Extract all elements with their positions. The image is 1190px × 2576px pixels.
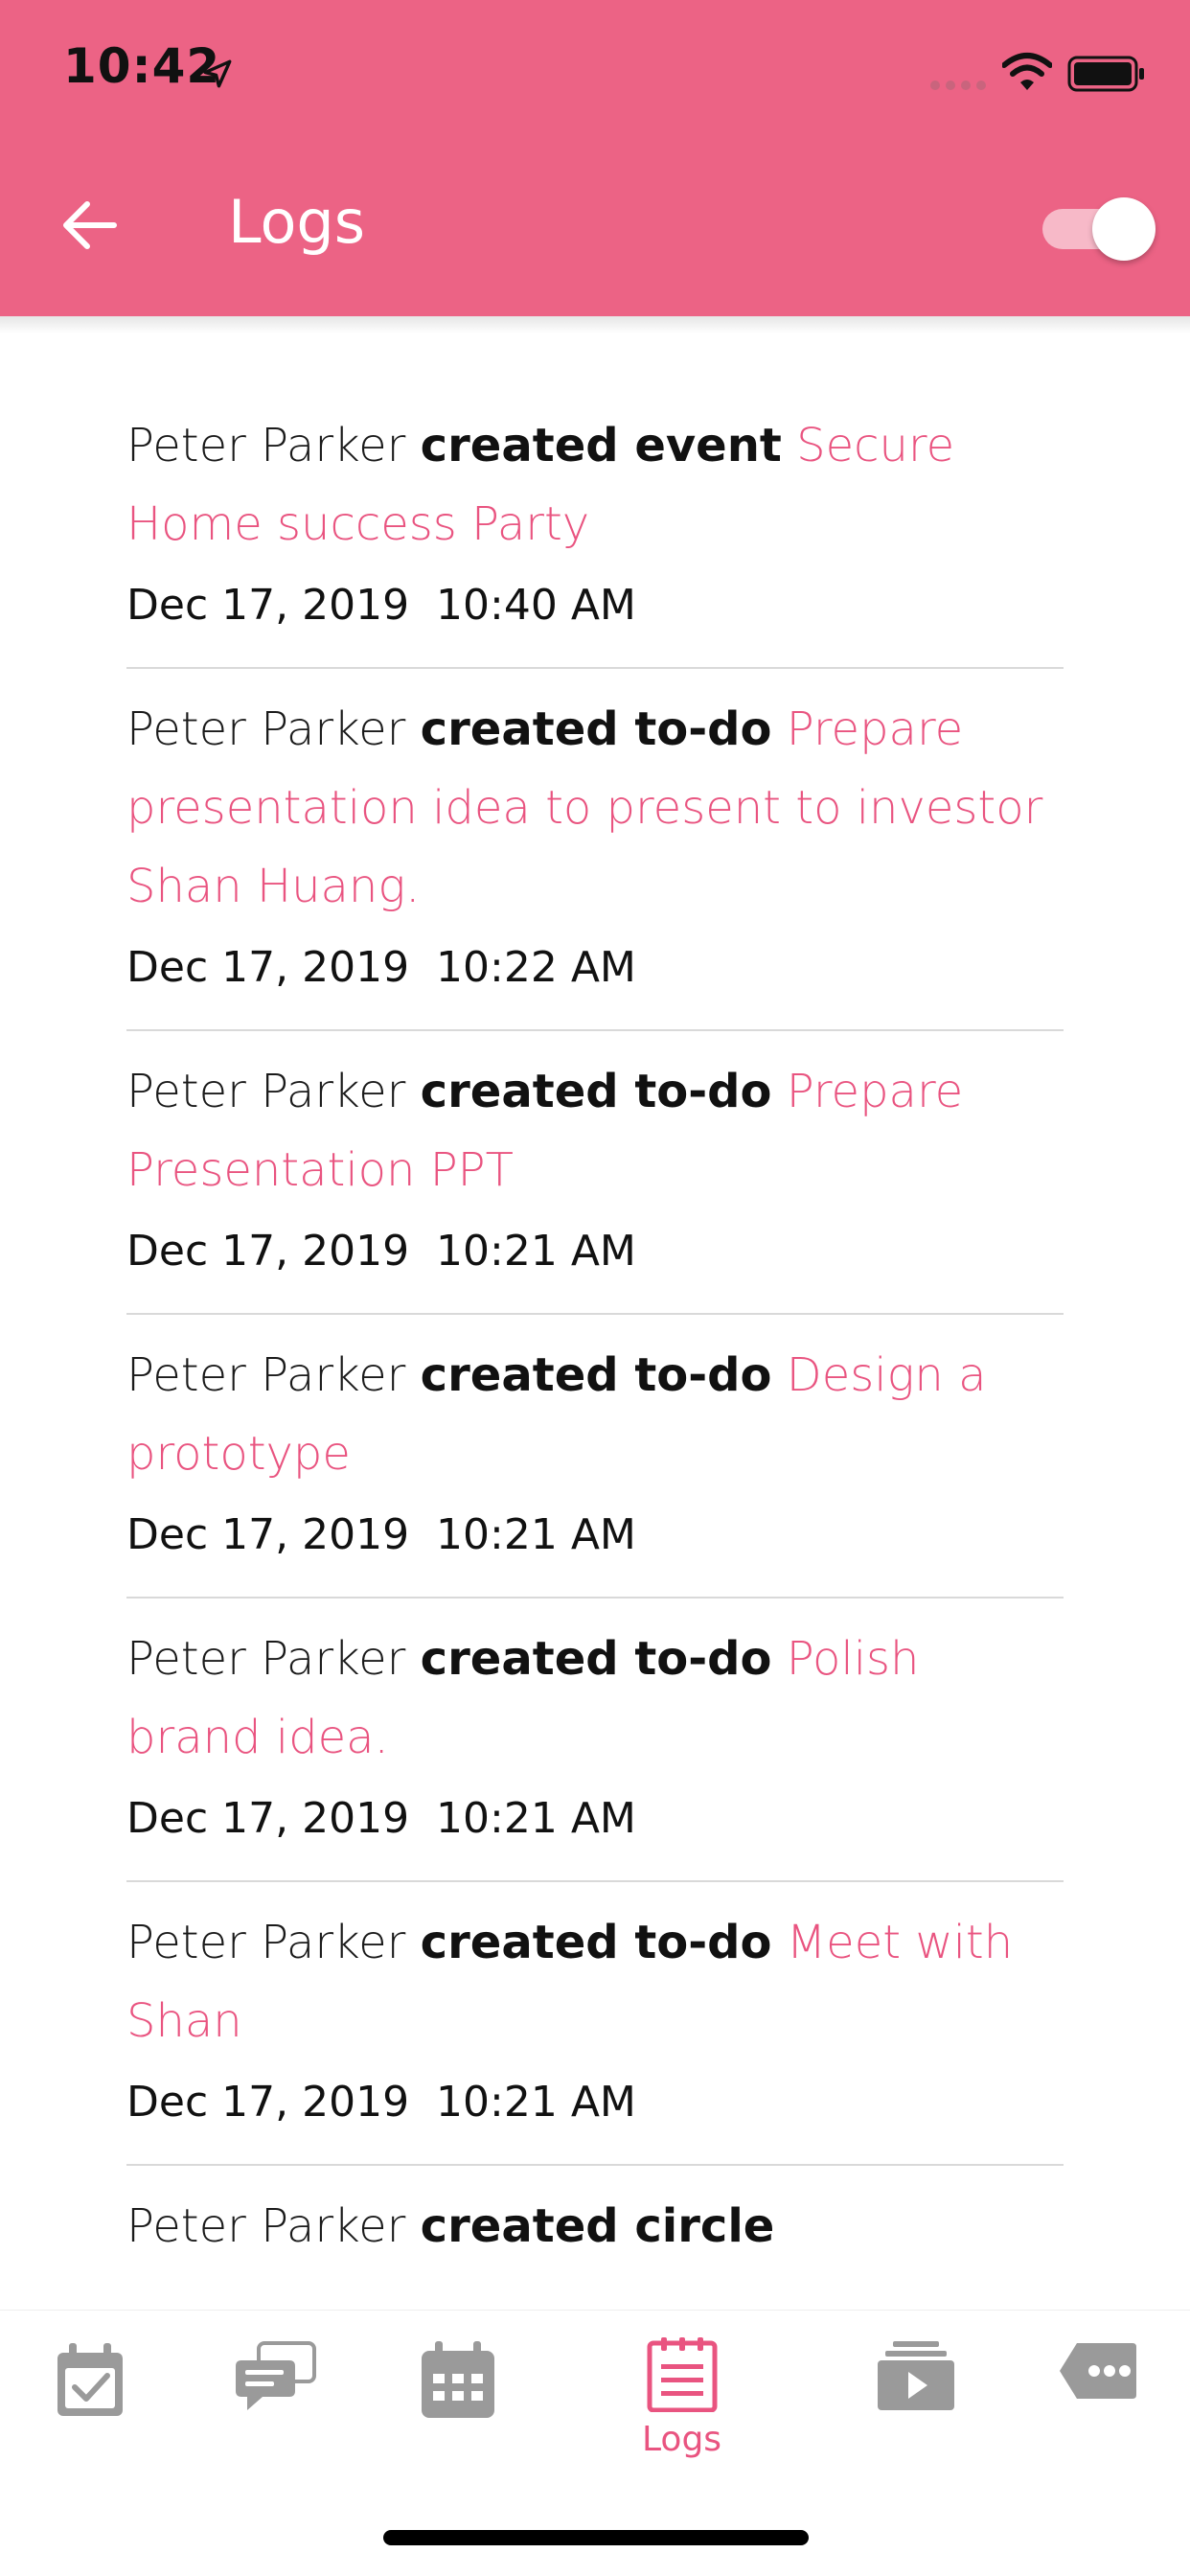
- log-action: created circle: [420, 2199, 775, 2253]
- logs-toggle[interactable]: [1042, 196, 1157, 261]
- log-timestamp: Dec 17, 2019 10:40 AM: [126, 581, 636, 630]
- log-text: Peter Parker created circle: [126, 2187, 1064, 2266]
- back-button[interactable]: [56, 192, 123, 259]
- log-item[interactable]: Peter Parker created to-do Prepare Prese…: [126, 1031, 1064, 1315]
- log-timestamp: Dec 17, 2019 10:21 AM: [126, 1794, 636, 1843]
- log-item[interactable]: Peter Parker created to-do Prepare prese…: [126, 669, 1064, 1031]
- log-text: Peter Parker created to-do Polish brand …: [126, 1620, 1064, 1777]
- log-item[interactable]: Peter Parker created event Secure Home s…: [126, 383, 1064, 669]
- tab-calendar[interactable]: [420, 2339, 496, 2420]
- log-actor: Peter Parker: [126, 1916, 406, 1969]
- page-title: Logs: [228, 187, 366, 257]
- log-action: created to-do: [420, 1632, 772, 1686]
- tab-logs[interactable]: Logs: [642, 2335, 721, 2459]
- battery-icon: [1067, 56, 1144, 92]
- log-timestamp: Dec 17, 2019 10:21 AM: [126, 1510, 636, 1559]
- log-text: Peter Parker created to-do Design a prot…: [126, 1336, 1064, 1493]
- more-tag-icon: [1060, 2343, 1136, 2399]
- cellular-signal-icon: [930, 80, 986, 90]
- location-arrow-icon: [203, 59, 232, 88]
- tab-logs-label: Logs: [642, 2420, 722, 2459]
- log-text: Peter Parker created event Secure Home s…: [126, 406, 1064, 564]
- log-action: created to-do: [420, 1348, 772, 1402]
- chat-icon: [236, 2341, 316, 2410]
- checkbox-calendar-icon: [57, 2343, 123, 2416]
- log-action: created to-do: [420, 1065, 772, 1118]
- log-actor: Peter Parker: [126, 419, 406, 472]
- log-timestamp: Dec 17, 2019 10:21 AM: [126, 1227, 636, 1276]
- tab-chat[interactable]: [234, 2339, 318, 2416]
- tab-more[interactable]: [1058, 2339, 1138, 2403]
- log-text: Peter Parker created to-do Prepare prese…: [126, 690, 1064, 926]
- log-actor: Peter Parker: [126, 702, 406, 756]
- tab-todos[interactable]: [54, 2339, 126, 2420]
- log-actor: Peter Parker: [126, 1632, 406, 1686]
- arrow-left-icon: [63, 201, 117, 249]
- log-item[interactable]: Peter Parker created to-do Design a prot…: [126, 1315, 1064, 1598]
- log-action: created event: [420, 419, 782, 472]
- tab-media[interactable]: [876, 2339, 956, 2412]
- log-timestamp: Dec 17, 2019 10:21 AM: [126, 2078, 636, 2127]
- calendar-grid-icon: [422, 2341, 494, 2418]
- log-item[interactable]: Peter Parker created to-do Polish brand …: [126, 1598, 1064, 1882]
- log-action: created to-do: [420, 702, 772, 756]
- media-stack-icon: [878, 2341, 954, 2410]
- log-item[interactable]: Peter Parker created circle: [126, 2166, 1064, 2292]
- log-item[interactable]: Peter Parker created to-do Meet with Sha…: [126, 1882, 1064, 2166]
- toggle-knob: [1092, 197, 1156, 261]
- log-actor: Peter Parker: [126, 1065, 406, 1118]
- log-text: Peter Parker created to-do Prepare Prese…: [126, 1052, 1064, 1209]
- home-indicator: [383, 2530, 809, 2545]
- log-list: Peter Parker created event Secure Home s…: [126, 383, 1064, 2292]
- log-actor: Peter Parker: [126, 2199, 406, 2253]
- log-action: created to-do: [420, 1916, 772, 1969]
- status-time: 10:42: [63, 38, 221, 94]
- log-actor: Peter Parker: [126, 1348, 406, 1402]
- log-timestamp: Dec 17, 2019 10:22 AM: [126, 943, 636, 992]
- wifi-icon: [1002, 53, 1052, 90]
- header-shadow: [0, 316, 1190, 334]
- log-text: Peter Parker created to-do Meet with Sha…: [126, 1903, 1064, 2060]
- app-header: 10:42 Logs: [0, 0, 1190, 316]
- logs-icon: [647, 2337, 718, 2412]
